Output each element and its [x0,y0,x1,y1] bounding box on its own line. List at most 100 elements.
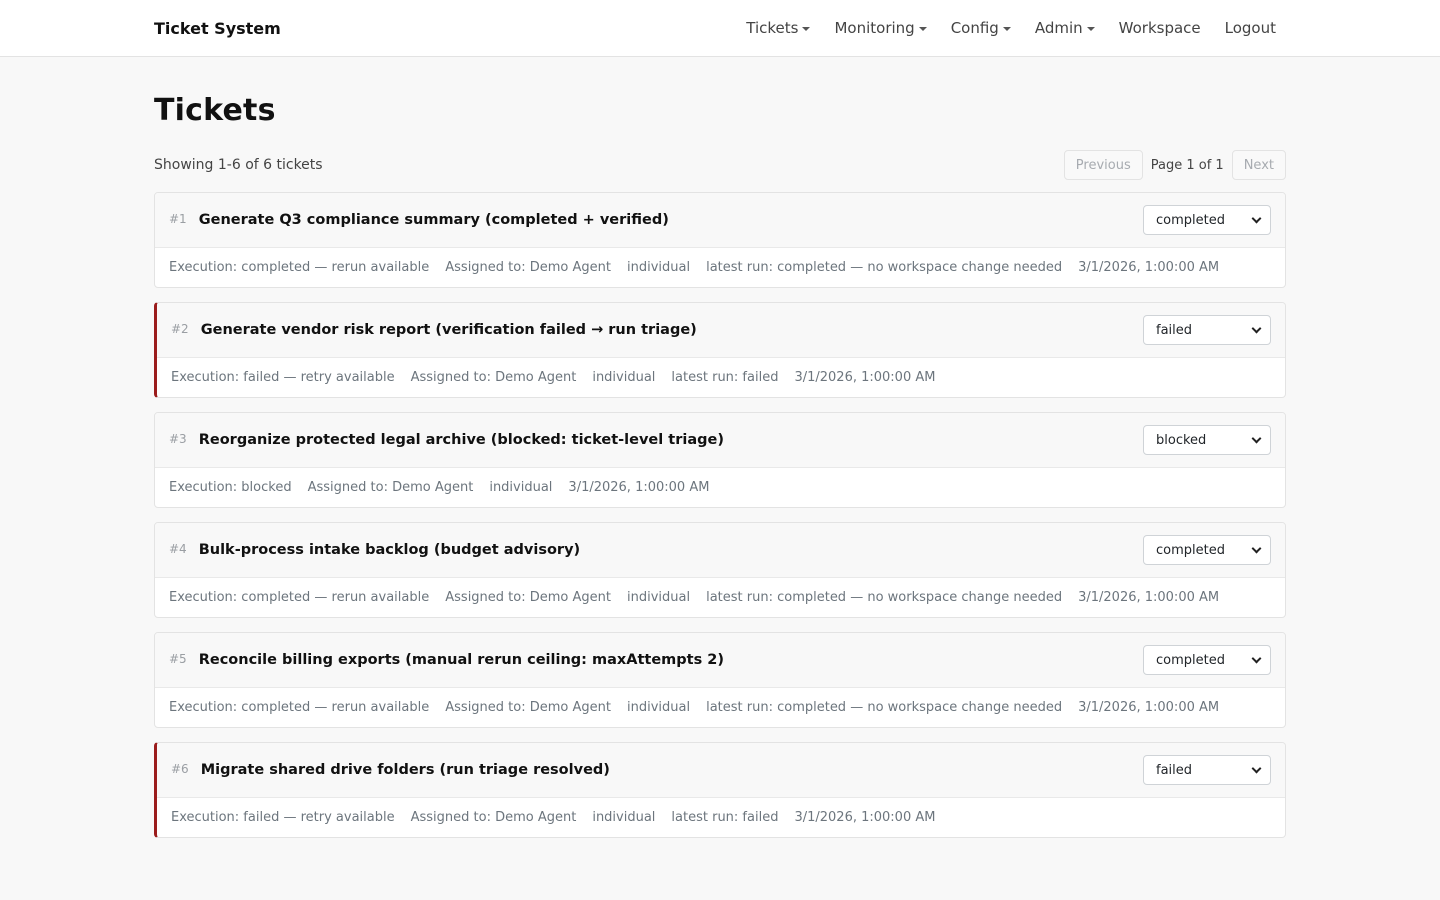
ticket-meta-item: latest run: completed — no workspace cha… [706,260,1063,275]
status-select[interactable]: blocked [1143,425,1271,455]
page-info: Page 1 of 1 [1150,157,1224,173]
ticket-card[interactable]: #4 Bulk-process intake backlog (budget ad… [154,522,1286,618]
caret-down-icon [802,27,811,31]
status-select[interactable]: completed [1143,645,1271,675]
ticket-meta-item: Assigned to: Demo Agent [410,370,577,385]
ticket-header-left: #4 Bulk-process intake backlog (budget ad… [169,542,580,558]
ticket-meta-item: individual [626,700,691,715]
top-navbar: Ticket System Tickets Monitoring Config … [0,0,1440,57]
previous-page-button[interactable]: Previous [1063,150,1143,180]
ticket-header: #5 Reconcile billing exports (manual reru… [155,633,1285,688]
nav-label: Tickets [746,19,799,37]
status-select-value: completed [1156,212,1225,228]
ticket-meta-item: Assigned to: Demo Agent [445,590,611,605]
ticket-meta: Execution: failed — retry available Assig… [157,358,1285,397]
ticket-id: #2 [171,322,189,336]
ticket-title[interactable]: Reorganize protected legal archive (bloc… [199,432,724,448]
ticket-meta: Execution: completed — rerun available As… [155,248,1285,287]
status-select-value: failed [1156,762,1193,778]
ticket-header-left: #5 Reconcile billing exports (manual reru… [169,652,724,668]
nav-workspace[interactable]: Workspace [1119,19,1201,37]
navbar-inner: Ticket System Tickets Monitoring Config … [154,0,1286,56]
ticket-meta-item: Assigned to: Demo Agent [445,700,611,715]
ticket-meta-item: individual [626,260,691,275]
nav-label: Monitoring [834,19,915,37]
chevron-down-icon [1251,433,1262,443]
list-toolbar: Showing 1-6 of 6 tickets Previous Page 1… [154,150,1286,180]
main-content: Tickets Showing 1-6 of 6 tickets Previou… [154,93,1286,838]
chevron-down-icon [1251,653,1262,663]
chevron-down-icon [1251,543,1262,553]
ticket-meta-item: 3/1/2026, 1:00:00 AM [568,480,710,495]
ticket-id: #6 [171,762,189,776]
nav-label: Logout [1224,19,1276,37]
chevron-down-icon [1251,213,1262,223]
ticket-meta: Execution: failed — retry available Assig… [157,798,1285,837]
nav-monitoring[interactable]: Monitoring [834,19,927,37]
ticket-header-left: #3 Reorganize protected legal archive (bl… [169,432,724,448]
ticket-meta-item: Execution: completed — rerun available [169,700,430,715]
ticket-header: #4 Bulk-process intake backlog (budget ad… [155,523,1285,578]
ticket-card[interactable]: #3 Reorganize protected legal archive (bl… [154,412,1286,508]
nav-config[interactable]: Config [951,19,1011,37]
ticket-meta-item: 3/1/2026, 1:00:00 AM [794,370,936,385]
ticket-card[interactable]: #2 Generate vendor risk report (verificat… [154,302,1286,398]
ticket-meta-item: Assigned to: Demo Agent [410,810,577,825]
nav-label: Admin [1034,19,1083,37]
ticket-meta: Execution: blocked Assigned to: Demo Agen… [155,468,1285,507]
status-select[interactable]: failed [1143,755,1271,785]
ticket-title[interactable]: Generate Q3 compliance summary (complete… [199,212,669,228]
status-select-value: completed [1156,652,1225,668]
ticket-meta-item: Execution: completed — rerun available [169,590,430,605]
caret-down-icon [1086,27,1095,31]
ticket-title[interactable]: Migrate shared drive folders (run triage… [201,762,610,778]
ticket-meta-item: latest run: completed — no workspace cha… [706,590,1063,605]
ticket-meta-item: individual [626,590,691,605]
status-select-value: blocked [1156,432,1207,448]
ticket-header: #2 Generate vendor risk report (verificat… [157,303,1285,358]
ticket-list: #1 Generate Q3 compliance summary (comple… [154,192,1286,838]
ticket-card[interactable]: #5 Reconcile billing exports (manual reru… [154,632,1286,728]
ticket-meta-item: individual [489,480,553,495]
nav-tickets[interactable]: Tickets [746,19,811,37]
status-select-value: completed [1156,542,1225,558]
ticket-card[interactable]: #6 Migrate shared drive folders (run tria… [154,742,1286,838]
nav-links: Tickets Monitoring Config Admin Workspac… [746,19,1276,37]
ticket-meta-item: Execution: failed — retry available [171,810,395,825]
nav-admin[interactable]: Admin [1035,19,1095,37]
nav-logout[interactable]: Logout [1225,19,1276,37]
ticket-meta: Execution: completed — rerun available As… [155,688,1285,727]
pagination: Previous Page 1 of 1 Next [1063,150,1286,180]
ticket-header: #3 Reorganize protected legal archive (bl… [155,413,1285,468]
ticket-card[interactable]: #1 Generate Q3 compliance summary (comple… [154,192,1286,288]
ticket-meta-item: 3/1/2026, 1:00:00 AM [1078,260,1220,275]
ticket-meta-item: Execution: completed — rerun available [169,260,430,275]
ticket-title[interactable]: Generate vendor risk report (verificatio… [201,322,697,338]
ticket-meta-item: latest run: failed [671,810,779,825]
ticket-header: #6 Migrate shared drive folders (run tria… [157,743,1285,798]
caret-down-icon [918,27,927,31]
status-select[interactable]: completed [1143,535,1271,565]
ticket-title[interactable]: Reconcile billing exports (manual rerun … [199,652,724,668]
brand-logo[interactable]: Ticket System [154,19,281,38]
ticket-meta-item: individual [592,370,656,385]
ticket-meta-item: Assigned to: Demo Agent [445,260,611,275]
ticket-header-left: #1 Generate Q3 compliance summary (comple… [169,212,669,228]
ticket-meta-item: Execution: failed — retry available [171,370,395,385]
chevron-down-icon [1251,323,1262,333]
ticket-meta-item: individual [592,810,656,825]
next-page-button[interactable]: Next [1231,150,1286,180]
ticket-meta-item: 3/1/2026, 1:00:00 AM [1078,590,1220,605]
ticket-meta: Execution: completed — rerun available As… [155,578,1285,617]
ticket-title[interactable]: Bulk-process intake backlog (budget advi… [199,542,580,558]
status-select[interactable]: completed [1143,205,1271,235]
showing-count: Showing 1-6 of 6 tickets [154,157,323,173]
ticket-header: #1 Generate Q3 compliance summary (comple… [155,193,1285,248]
ticket-meta-item: latest run: completed — no workspace cha… [706,700,1063,715]
ticket-header-left: #2 Generate vendor risk report (verificat… [171,322,697,338]
status-select[interactable]: failed [1143,315,1271,345]
status-select-value: failed [1156,322,1193,338]
ticket-meta-item: Execution: blocked [169,480,292,495]
caret-down-icon [1002,27,1011,31]
ticket-meta-item: Assigned to: Demo Agent [307,480,474,495]
